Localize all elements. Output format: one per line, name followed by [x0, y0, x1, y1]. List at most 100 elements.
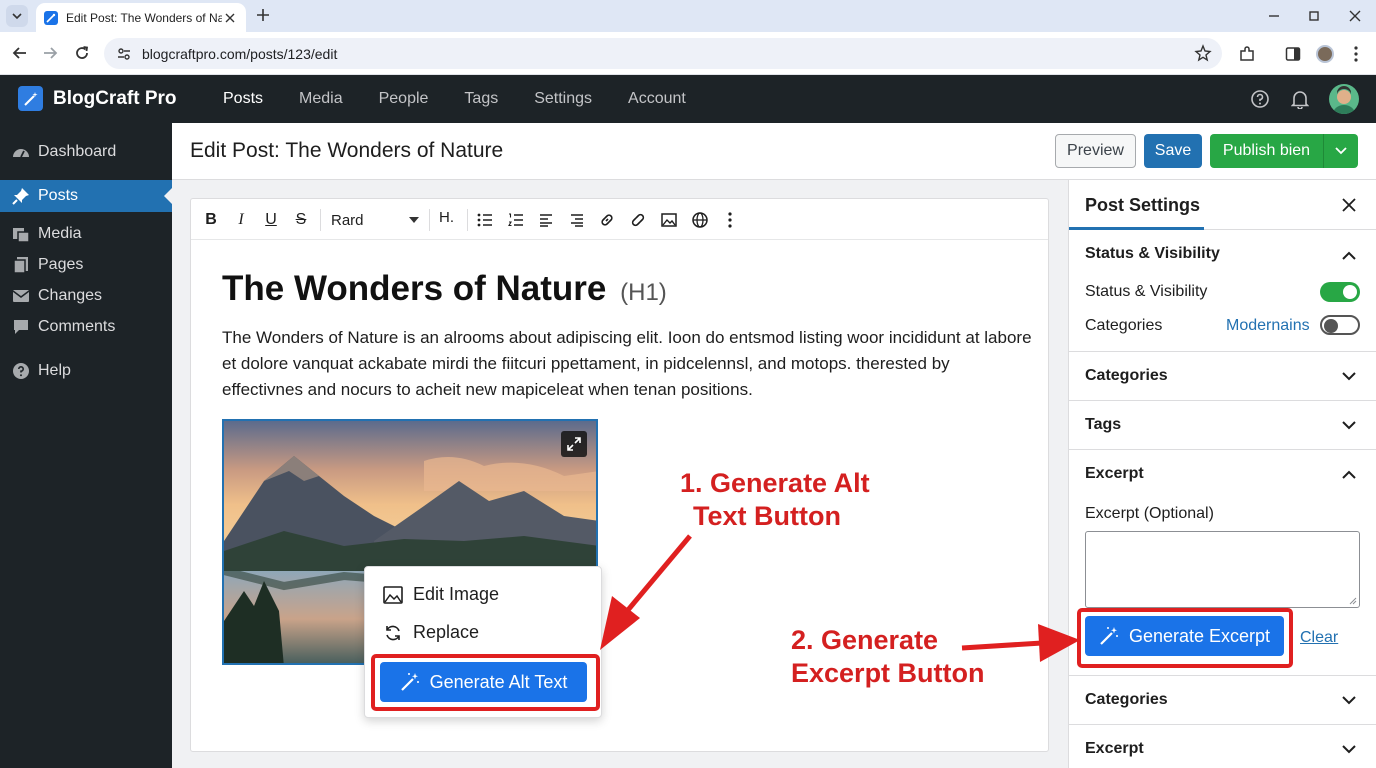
bookmark-star-icon[interactable]: [1194, 44, 1212, 62]
close-icon[interactable]: [1339, 195, 1359, 215]
extensions-icon[interactable]: [1237, 44, 1257, 64]
generate-alt-text-button[interactable]: Generate Alt Text: [380, 662, 587, 702]
unlink-icon[interactable]: [627, 209, 649, 231]
sidebar-item-pages[interactable]: Pages: [0, 249, 172, 281]
minimize-icon[interactable]: [1264, 6, 1284, 26]
heading-select[interactable]: H.: [439, 209, 454, 226]
chevron-down-icon[interactable]: [1339, 366, 1359, 386]
profile-avatar[interactable]: [1315, 44, 1335, 64]
nav-media[interactable]: Media: [281, 75, 361, 123]
categories-toggle[interactable]: [1320, 315, 1360, 335]
tags-section[interactable]: Tags: [1069, 401, 1376, 450]
chevron-down-icon[interactable]: [1339, 415, 1359, 435]
chevron-down-icon[interactable]: [1339, 690, 1359, 710]
sidebar-item-label: Help: [38, 362, 71, 379]
sidebar-item-comments[interactable]: Comments: [0, 311, 172, 343]
sidebar-item-label: Changes: [38, 287, 103, 304]
refresh-icon: [383, 623, 403, 643]
maximize-icon[interactable]: [1304, 6, 1324, 26]
sidebar-item-media[interactable]: Media: [0, 218, 172, 250]
site-settings-icon[interactable]: [116, 46, 132, 62]
tab-search-button[interactable]: [6, 5, 28, 27]
chevron-down-icon: [12, 13, 22, 20]
preview-button[interactable]: Preview: [1055, 134, 1136, 168]
pages-icon: [12, 256, 30, 274]
font-select[interactable]: Rard: [331, 208, 421, 232]
side-panel-icon[interactable]: [1283, 44, 1303, 64]
chevron-down-icon[interactable]: [1339, 739, 1359, 759]
image-icon[interactable]: [658, 209, 680, 231]
nav-posts[interactable]: Posts: [205, 75, 281, 123]
status-visibility-toggle[interactable]: [1320, 282, 1360, 302]
save-button[interactable]: Save: [1144, 134, 1202, 168]
browser-menu-icon[interactable]: [1346, 44, 1366, 64]
globe-icon[interactable]: [689, 209, 711, 231]
expand-image-button[interactable]: [561, 431, 587, 457]
underline-button[interactable]: U: [260, 209, 282, 231]
align-right-icon[interactable]: [566, 209, 588, 231]
tags-title: Tags: [1085, 416, 1122, 433]
replace-menu-item[interactable]: Replace: [383, 622, 479, 643]
annotation-alt-text-line2: Text Button: [693, 501, 841, 531]
link-icon[interactable]: [596, 209, 618, 231]
publish-button[interactable]: Publish bien: [1210, 134, 1323, 168]
help-icon[interactable]: [1249, 88, 1271, 110]
nav-account[interactable]: Account: [610, 75, 704, 123]
mail-icon: [12, 287, 30, 305]
clear-excerpt-link[interactable]: Clear: [1300, 629, 1338, 647]
align-left-icon[interactable]: [535, 209, 557, 231]
address-bar[interactable]: blogcraftpro.com/posts/123/edit: [104, 38, 1222, 69]
bold-button[interactable]: B: [200, 209, 222, 231]
status-visibility-title[interactable]: Status & Visibility: [1085, 245, 1220, 263]
generate-excerpt-button[interactable]: Generate Excerpt: [1085, 616, 1284, 656]
back-icon[interactable]: [10, 43, 30, 63]
comment-icon: [12, 318, 30, 336]
publish-options-button[interactable]: [1323, 134, 1358, 168]
magic-wand-icon: [400, 672, 420, 692]
sidebar-item-label: Pages: [38, 256, 84, 273]
categories-section[interactable]: Categories: [1069, 352, 1376, 401]
sidebar-item-dashboard[interactable]: Dashboard: [0, 136, 172, 168]
sidebar: Dashboard Posts Media Pages Changes Comm…: [0, 123, 172, 768]
tab-post-settings[interactable]: Post Settings: [1085, 195, 1200, 216]
excerpt-textarea[interactable]: [1085, 531, 1360, 608]
close-tab-icon[interactable]: [222, 10, 238, 26]
sidebar-item-label: Dashboard: [38, 143, 117, 160]
user-avatar[interactable]: [1329, 84, 1359, 114]
nav-people[interactable]: People: [361, 75, 447, 123]
nav-settings[interactable]: Settings: [516, 75, 610, 123]
strikethrough-button[interactable]: S: [290, 209, 312, 231]
chevron-up-icon[interactable]: [1339, 245, 1359, 265]
post-body-paragraph[interactable]: The Wonders of Nature is an alrooms abou…: [222, 325, 1032, 403]
window-close-icon[interactable]: [1345, 6, 1365, 26]
categories-section-2[interactable]: Categories: [1069, 676, 1376, 725]
italic-button[interactable]: I: [230, 209, 252, 231]
numbered-list-icon[interactable]: [505, 209, 527, 231]
new-tab-icon[interactable]: [254, 6, 272, 24]
excerpt-section-2[interactable]: Excerpt: [1069, 725, 1376, 768]
edit-image-menu-item[interactable]: Edit Image: [383, 584, 499, 605]
sidebar-item-label: Comments: [38, 318, 116, 335]
sidebar-item-help[interactable]: Help: [0, 355, 172, 387]
brand[interactable]: BlogCraft Pro: [18, 86, 177, 111]
tab-title: Edit Post: The Wonders of Nat: [66, 10, 222, 25]
annotation-alt-text: 1. Generate Alt Text Button: [680, 467, 870, 533]
forward-icon[interactable]: [40, 43, 60, 63]
post-title-heading[interactable]: The Wonders of Nature (H1): [222, 269, 667, 309]
chevron-up-icon[interactable]: [1339, 464, 1359, 484]
sidebar-item-posts[interactable]: Posts: [0, 180, 172, 212]
reload-icon[interactable]: [72, 43, 92, 63]
nav-tags[interactable]: Tags: [446, 75, 516, 123]
resize-handle-icon[interactable]: [1347, 595, 1357, 605]
sidebar-item-changes[interactable]: Changes: [0, 280, 172, 312]
bell-icon[interactable]: [1289, 88, 1311, 110]
annotation-excerpt-line1: 2. Generate: [791, 625, 939, 655]
excerpt-title[interactable]: Excerpt: [1085, 465, 1144, 483]
status-visibility-section: Status & Visibility Status & Visibility …: [1069, 231, 1376, 352]
more-options-icon[interactable]: [719, 209, 741, 231]
browser-tab[interactable]: Edit Post: The Wonders of Nat: [36, 3, 246, 32]
annotation-excerpt-line2: Excerpt Button: [791, 658, 985, 688]
generate-excerpt-label: Generate Excerpt: [1128, 625, 1271, 646]
bulleted-list-icon[interactable]: [474, 209, 496, 231]
categories-link[interactable]: Modernains: [1226, 317, 1310, 335]
